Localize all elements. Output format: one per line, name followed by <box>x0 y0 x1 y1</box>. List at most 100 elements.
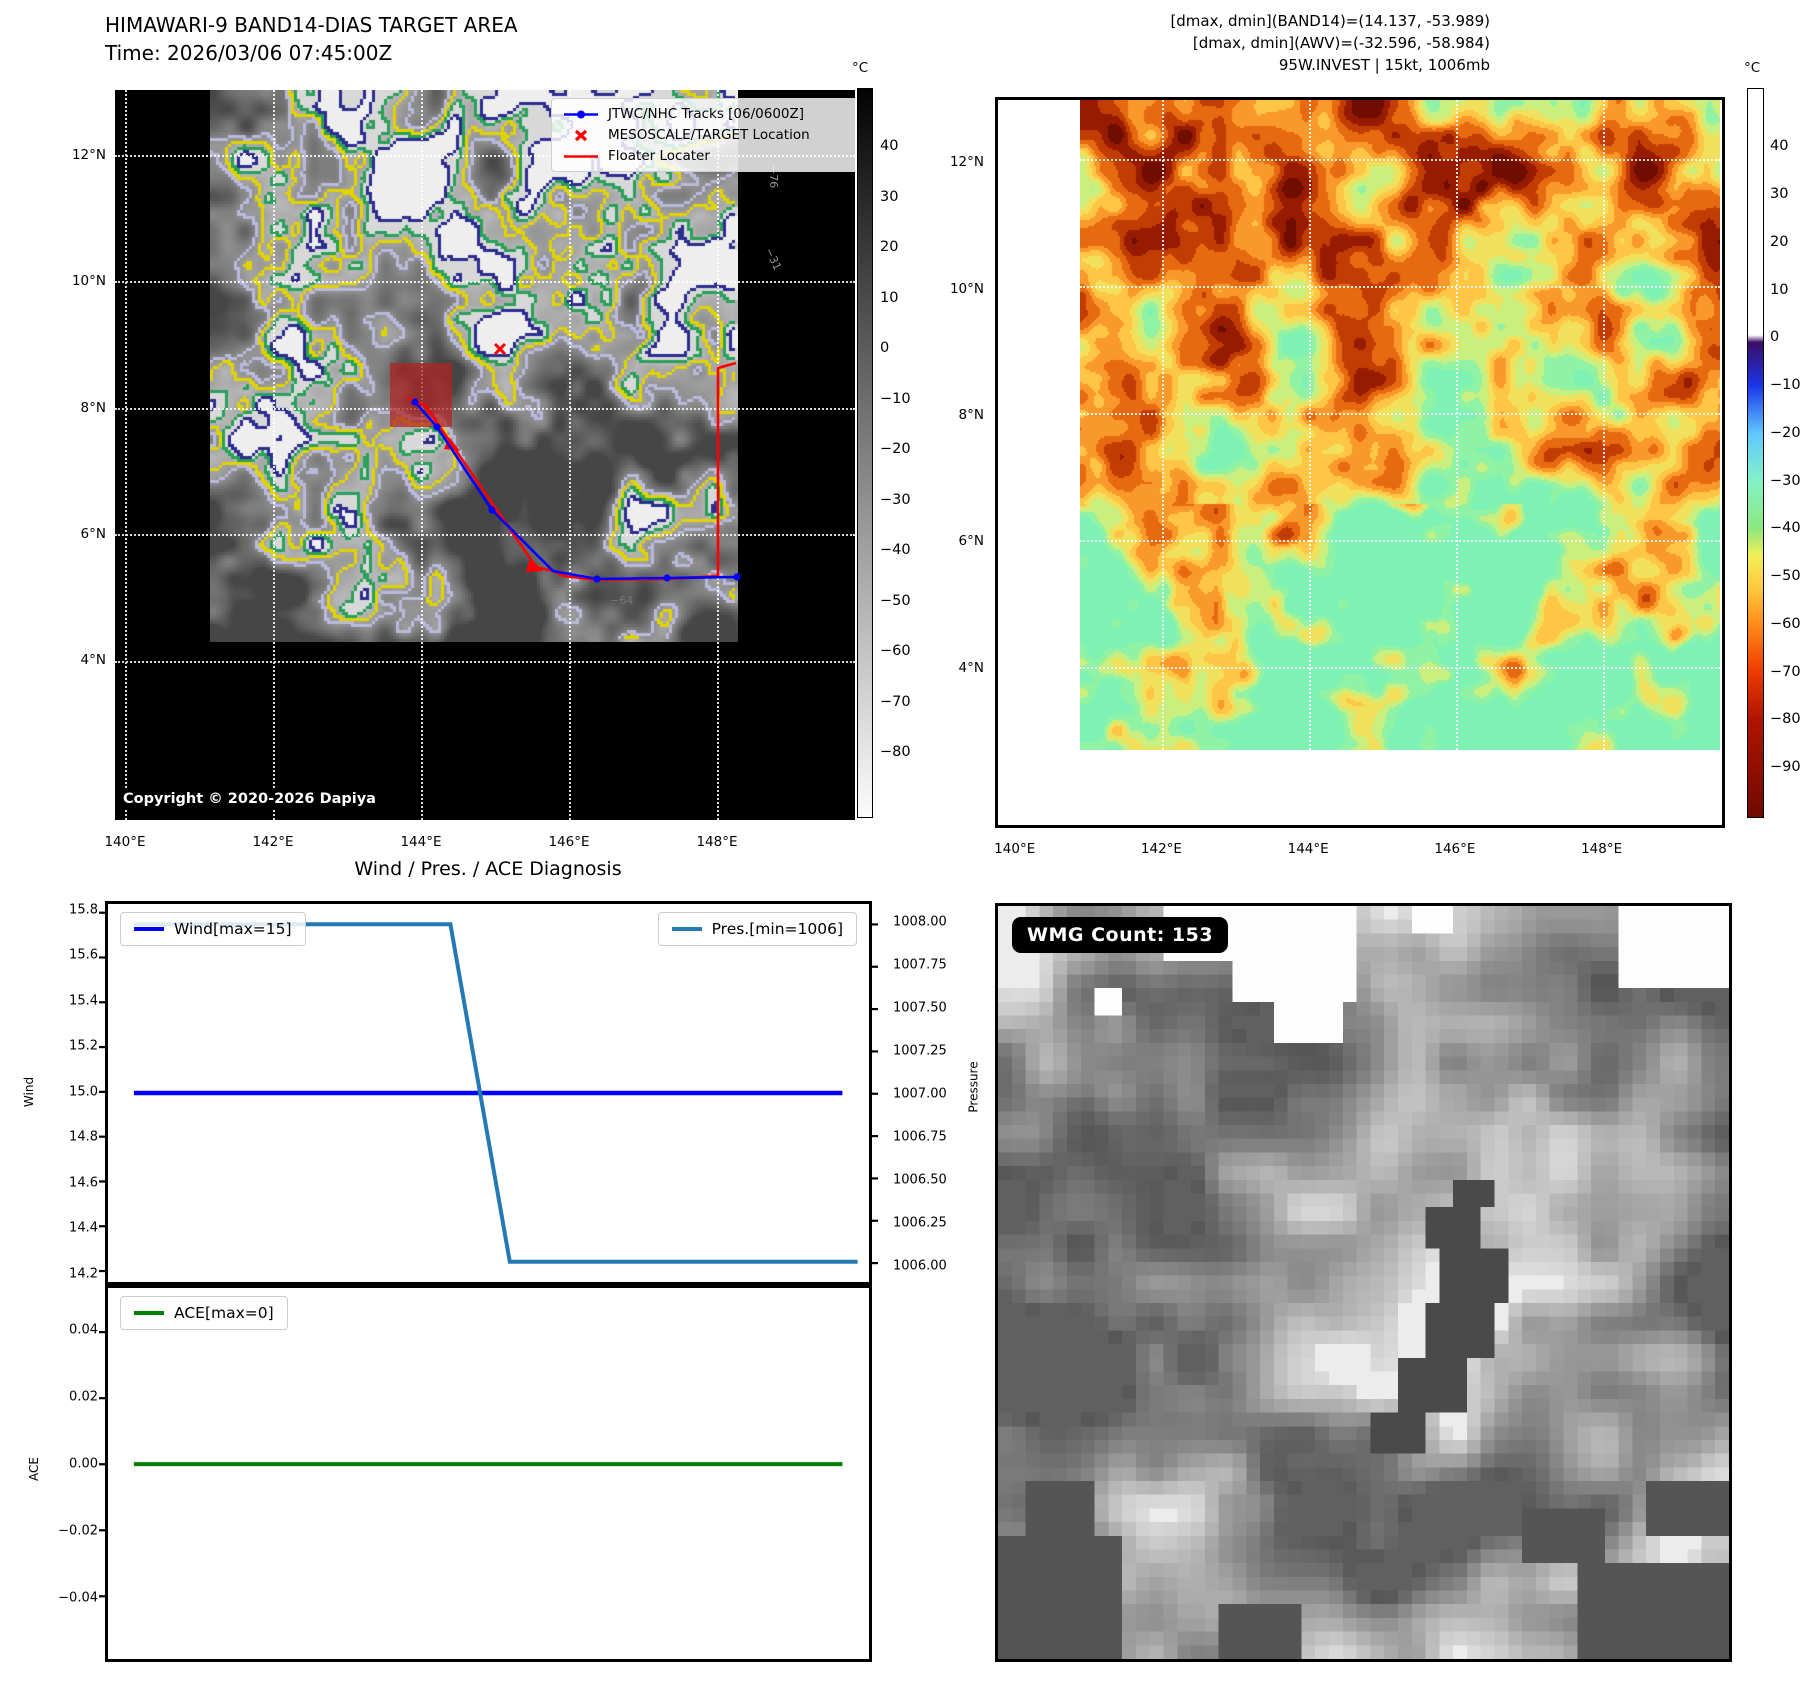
tick-label: 20 <box>1770 233 1789 250</box>
track-overlay: −76 −31 −64 <box>390 165 784 607</box>
tick-label: 144°E <box>400 834 442 850</box>
pressure-axis-label: Pressure <box>966 1061 981 1113</box>
tick-label: 1006.50 <box>893 1172 947 1188</box>
tick-label: 40 <box>880 138 899 155</box>
tick-label: −30 <box>1770 472 1801 489</box>
band14-lat-axis: 12°N 10°N 8°N 6°N 4°N <box>52 90 106 820</box>
awv-colorbar <box>1747 88 1764 818</box>
tick-label: 10 <box>1770 281 1789 298</box>
wmg-cloud-image <box>998 906 1729 1659</box>
tick-label: 4°N <box>80 652 106 669</box>
awv-colorbar-unit: °C <box>1744 60 1761 76</box>
gridline-144e <box>1309 100 1311 750</box>
band14-colorbar-ticks: 40 30 20 10 0 −10 −20 −30 −40 −50 −60 −70 −80 <box>880 88 926 818</box>
gridline-8n <box>1080 413 1720 415</box>
blue-track-marker-icon <box>564 110 598 118</box>
tick-label: −0.04 <box>58 1590 98 1606</box>
wind-axis-label: Wind <box>22 1076 37 1108</box>
mesoscale-x-marker-icon <box>493 342 507 356</box>
copyright-text: Copyright © 2020-2026 Dapiya <box>119 790 382 810</box>
awv-map-frame <box>995 97 1725 828</box>
tick-label: 10°N <box>949 280 984 297</box>
tick-label: −40 <box>1770 520 1801 537</box>
tick-label: 4°N <box>958 659 984 676</box>
tick-label: 15.0 <box>69 1084 98 1100</box>
pressure-line-swatch-icon <box>671 926 702 932</box>
tick-label: −50 <box>1770 568 1801 585</box>
band14-colorbar-unit: °C <box>852 60 869 76</box>
ace-axis-label: ACE <box>26 1457 41 1481</box>
gridline-10n <box>1080 286 1720 288</box>
tick-label: 1006.00 <box>893 1258 947 1274</box>
tick-label: −30 <box>880 491 911 508</box>
tick-label: −70 <box>1770 663 1801 680</box>
tick-label: −60 <box>880 643 911 660</box>
gridline-148e <box>1603 100 1605 750</box>
awv-header: [dmax, dmin](BAND14)=(14.137, -53.989) [… <box>1170 10 1490 76</box>
band14-colorbar <box>857 88 873 818</box>
tick-label: 0.02 <box>69 1389 98 1405</box>
ace-line-swatch-icon <box>134 1310 164 1316</box>
jtwc-track-line <box>414 401 738 581</box>
tick-label: −50 <box>880 592 911 609</box>
floater-locater-path-vertical <box>667 361 737 581</box>
tick-label: 30 <box>1770 186 1789 203</box>
tick-label: −10 <box>880 390 911 407</box>
tick-label: 1007.75 <box>893 957 947 973</box>
jtwc-track-points <box>411 398 741 583</box>
wmg-panel: WMG Count: 153 <box>995 903 1732 1662</box>
legend-item-floater-locater: Floater Locater <box>562 148 849 164</box>
mesoscale-target-box <box>390 363 452 427</box>
tick-label: 1007.00 <box>893 1086 947 1102</box>
wind-pressure-chart: Wind[max=15] Pres.[min=1006] <box>99 901 878 1285</box>
header-invest-intensity: 95W.INVEST | 15kt, 1006mb <box>1278 56 1490 74</box>
tick-label: −20 <box>880 441 911 458</box>
tick-label: −60 <box>1770 615 1801 632</box>
tick-label: 146°E <box>548 834 590 850</box>
ace-axis-ticks: 0.04 0.02 0.00 −0.02 −0.04 <box>48 1285 98 1662</box>
wmg-count-badge: WMG Count: 153 <box>1012 917 1229 953</box>
awv-lon-axis: 140°E 142°E 144°E 146°E 148°E <box>994 841 1725 861</box>
tick-label: 142°E <box>252 834 294 850</box>
pressure-axis-ticks: 1008.00 1007.75 1007.50 1007.25 1007.00 1006.… <box>893 901 965 1285</box>
contour-label: −64 <box>610 594 633 607</box>
tick-label: 8°N <box>958 406 984 423</box>
tick-label: −80 <box>1770 711 1801 728</box>
diagnosis-chart-title: Wind / Pres. / ACE Diagnosis <box>354 858 622 880</box>
tick-label: 15.2 <box>69 1038 98 1054</box>
tick-label: 140°E <box>994 841 1036 857</box>
tick-label: 1007.25 <box>893 1043 947 1059</box>
legend-item-label: Floater Locater <box>608 148 710 164</box>
legend-item-label: JTWC/NHC Tracks [06/0600Z] <box>608 106 805 122</box>
contour-label: −31 <box>762 246 784 273</box>
tick-label: −0.02 <box>58 1523 98 1539</box>
tick-label: 148°E <box>696 834 738 850</box>
tick-label: 146°E <box>1434 841 1476 857</box>
tick-label: 1006.75 <box>893 1129 947 1145</box>
tick-label: 14.8 <box>69 1129 98 1145</box>
tick-label: 0.04 <box>69 1322 98 1338</box>
gridline-12n <box>1080 159 1720 161</box>
tick-label: 140°E <box>104 834 146 850</box>
tick-label: −90 <box>1770 759 1801 776</box>
tick-label: 15.8 <box>69 902 98 918</box>
tick-label: 148°E <box>1581 841 1623 857</box>
tick-label: 8°N <box>80 399 106 416</box>
tick-label: 0 <box>1770 329 1780 346</box>
legend-item-label: MESOSCALE/TARGET Location <box>608 127 810 143</box>
gridline-6n <box>1080 540 1720 542</box>
tick-label: 14.4 <box>69 1220 98 1236</box>
tick-label: 0.00 <box>69 1456 98 1472</box>
band14-map-time: Time: 2026/03/06 07:45:00Z <box>105 41 393 65</box>
ace-chart: ACE[max=0] <box>99 1285 872 1662</box>
tick-label: 6°N <box>80 525 106 542</box>
awv-satellite-image <box>1080 100 1720 750</box>
tick-label: 144°E <box>1287 841 1329 857</box>
legend-item-jtwc-tracks: JTWC/NHC Tracks [06/0600Z] <box>562 106 849 122</box>
tick-label: 10 <box>880 289 899 306</box>
tick-label: 12°N <box>71 146 106 163</box>
tick-label: 20 <box>880 239 899 256</box>
pressure-legend: Pres.[min=1006] <box>657 912 857 946</box>
ace-plot <box>99 1331 843 1598</box>
wind-pressure-plot <box>99 911 878 1273</box>
